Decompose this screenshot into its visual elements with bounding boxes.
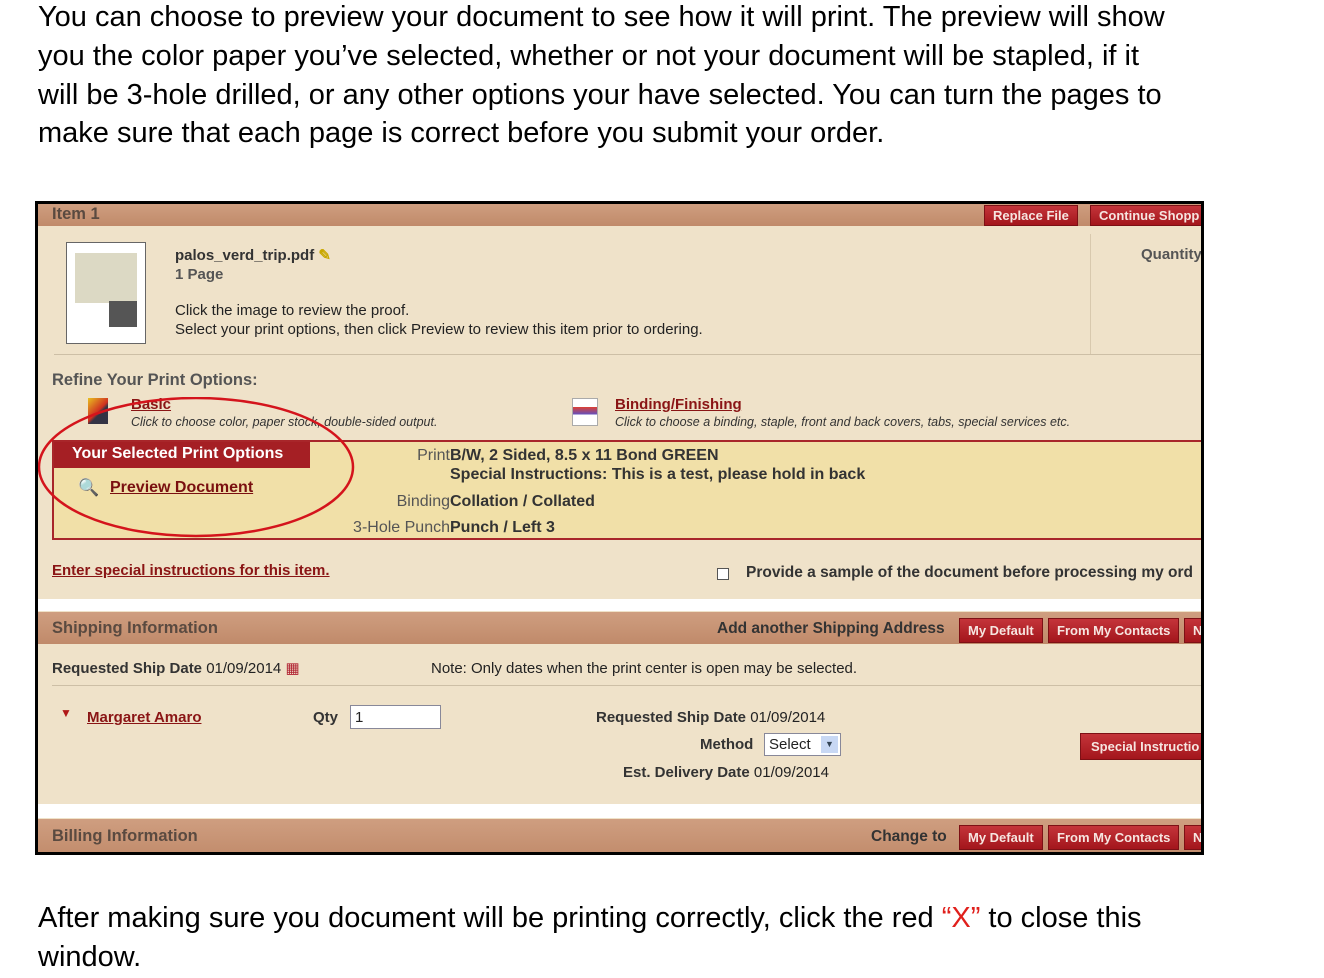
quantity-label: Quantity <box>1141 246 1202 263</box>
binding-icon[interactable] <box>572 398 598 426</box>
ship-date-note: Note: Only dates when the print center i… <box>431 660 858 677</box>
shipping-my-default-button[interactable]: My Default <box>959 618 1043 643</box>
continue-shopping-button[interactable]: Continue Shopp <box>1090 205 1201 226</box>
intro-paragraph: You can choose to preview your document … <box>38 0 1324 153</box>
annotation-circle <box>38 397 355 538</box>
outro-text: After making sure you document will be p… <box>38 902 942 934</box>
pencil-icon[interactable]: ✎ <box>318 247 331 264</box>
thumbnail-photo <box>109 301 137 327</box>
ship-date-label: Requested Ship Date <box>52 660 203 677</box>
qty-label: Qty <box>313 709 339 726</box>
method-select[interactable]: Select ▼ <box>764 733 841 756</box>
billing-my-default-button[interactable]: My Default <box>959 825 1043 850</box>
binding-label: Binding <box>396 493 450 510</box>
punch-value: Punch / Left 3 <box>450 519 555 536</box>
preview-hint: Select your print options, then click Pr… <box>175 321 703 338</box>
change-to-label: Change to <box>871 828 947 845</box>
punch-label: 3-Hole Punch <box>353 519 450 536</box>
replace-file-button[interactable]: Replace File <box>984 205 1078 226</box>
divider <box>54 354 1201 355</box>
intro-line: will be 3-hole drilled, or any other opt… <box>38 78 1162 111</box>
intro-line: you the color paper you’ve selected, whe… <box>38 39 1139 72</box>
item-title: Item 1 <box>52 205 100 223</box>
billing-new-button[interactable]: N <box>1184 825 1201 850</box>
screenshot-order-page: Item 1 Replace File Continue Shopp palos… <box>35 201 1204 855</box>
outro-line: After making sure you document will be p… <box>38 899 1324 938</box>
special-instructions-button[interactable]: Special Instructio <box>1080 733 1201 760</box>
shipping-from-contacts-button[interactable]: From My Contacts <box>1048 618 1180 643</box>
requested-ship-date-value: 01/09/2014 <box>750 709 826 726</box>
document-thumbnail[interactable] <box>66 242 146 344</box>
billing-title: Billing Information <box>52 827 198 845</box>
proof-hint: Click the image to review the proof. <box>175 302 410 319</box>
shipping-new-button[interactable]: N <box>1184 618 1201 643</box>
special-instructions-value: Special Instructions: This is a test, pl… <box>450 466 866 483</box>
intro-line: make sure that each page is correct befo… <box>38 117 885 150</box>
binding-value: Collation / Collated <box>450 493 595 510</box>
recipient-link[interactable]: Margaret Amaro <box>87 709 201 726</box>
qty-input[interactable]: 1 <box>350 705 441 729</box>
refine-title: Refine Your Print Options: <box>52 371 258 389</box>
ship-date-value: 01/09/2014 <box>206 660 282 677</box>
method-label: Method <box>700 736 754 753</box>
collapse-triangle-icon[interactable]: ▼ <box>60 706 72 720</box>
thumbnail-map <box>75 253 137 303</box>
divider <box>1090 234 1091 354</box>
print-label: Print <box>417 447 450 464</box>
outro-paragraph: After making sure you document will be p… <box>38 899 1324 977</box>
spacer <box>38 599 1201 611</box>
add-shipping-label: Add another Shipping Address <box>717 620 945 637</box>
billing-from-contacts-button[interactable]: From My Contacts <box>1048 825 1180 850</box>
calendar-icon[interactable]: ▦ <box>285 660 299 677</box>
binding-desc: Click to choose a binding, staple, front… <box>615 415 1071 429</box>
chevron-down-icon[interactable]: ▼ <box>821 736 838 753</box>
special-instructions-link[interactable]: Enter special instructions for this item… <box>52 562 330 579</box>
spacer <box>38 804 1201 818</box>
binding-link[interactable]: Binding/Finishing <box>615 396 742 413</box>
est-delivery-label: Est. Delivery Date <box>623 764 750 781</box>
requested-ship-date-label: Requested Ship Date <box>596 709 747 726</box>
divider <box>52 685 1201 686</box>
method-select-value: Select <box>769 736 811 753</box>
sample-checkbox-label: Provide a sample of the document before … <box>746 564 1194 581</box>
red-x-highlight: “X” <box>941 902 981 934</box>
sample-checkbox[interactable] <box>717 568 729 580</box>
outro-text: to close this <box>980 902 1142 934</box>
page-count: 1 Page <box>175 266 224 283</box>
file-name: palos_verd_trip.pdf ✎ <box>175 247 331 264</box>
print-value: B/W, 2 Sided, 8.5 x 11 Bond GREEN <box>450 447 719 464</box>
outro-line: window. <box>38 940 142 973</box>
intro-line: You can choose to preview your document … <box>38 1 1165 33</box>
shipping-title: Shipping Information <box>52 619 218 637</box>
est-delivery-value: 01/09/2014 <box>753 764 829 781</box>
